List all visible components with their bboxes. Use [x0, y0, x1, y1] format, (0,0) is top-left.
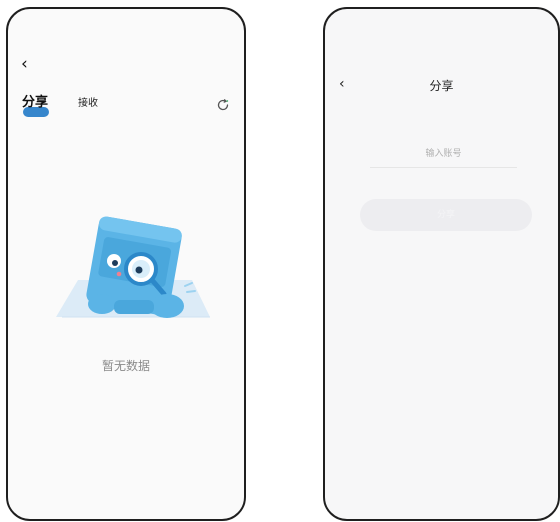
tab-bar: 分享 接收	[22, 91, 232, 121]
account-input[interactable]	[370, 141, 517, 168]
share-button[interactable]: 分享	[360, 199, 532, 231]
tab-receive[interactable]: 接收	[78, 94, 98, 109]
empty-state-illustration	[56, 216, 210, 318]
screenshot-canvas: ‹ 分享 接收 暂无数据 ‹ 分享 输入账号 分享	[0, 0, 560, 522]
page-title: 分享	[429, 79, 454, 93]
back-button[interactable]: ‹	[21, 54, 41, 74]
empty-state-message: 暂无数据	[101, 359, 150, 373]
refresh-icon[interactable]	[216, 98, 230, 112]
share-list-screen: ‹ 分享 接收 暂无数据	[6, 7, 246, 521]
tab-share[interactable]: 分享	[22, 91, 48, 110]
share-form-screen: ‹ 分享 分享	[323, 7, 560, 521]
